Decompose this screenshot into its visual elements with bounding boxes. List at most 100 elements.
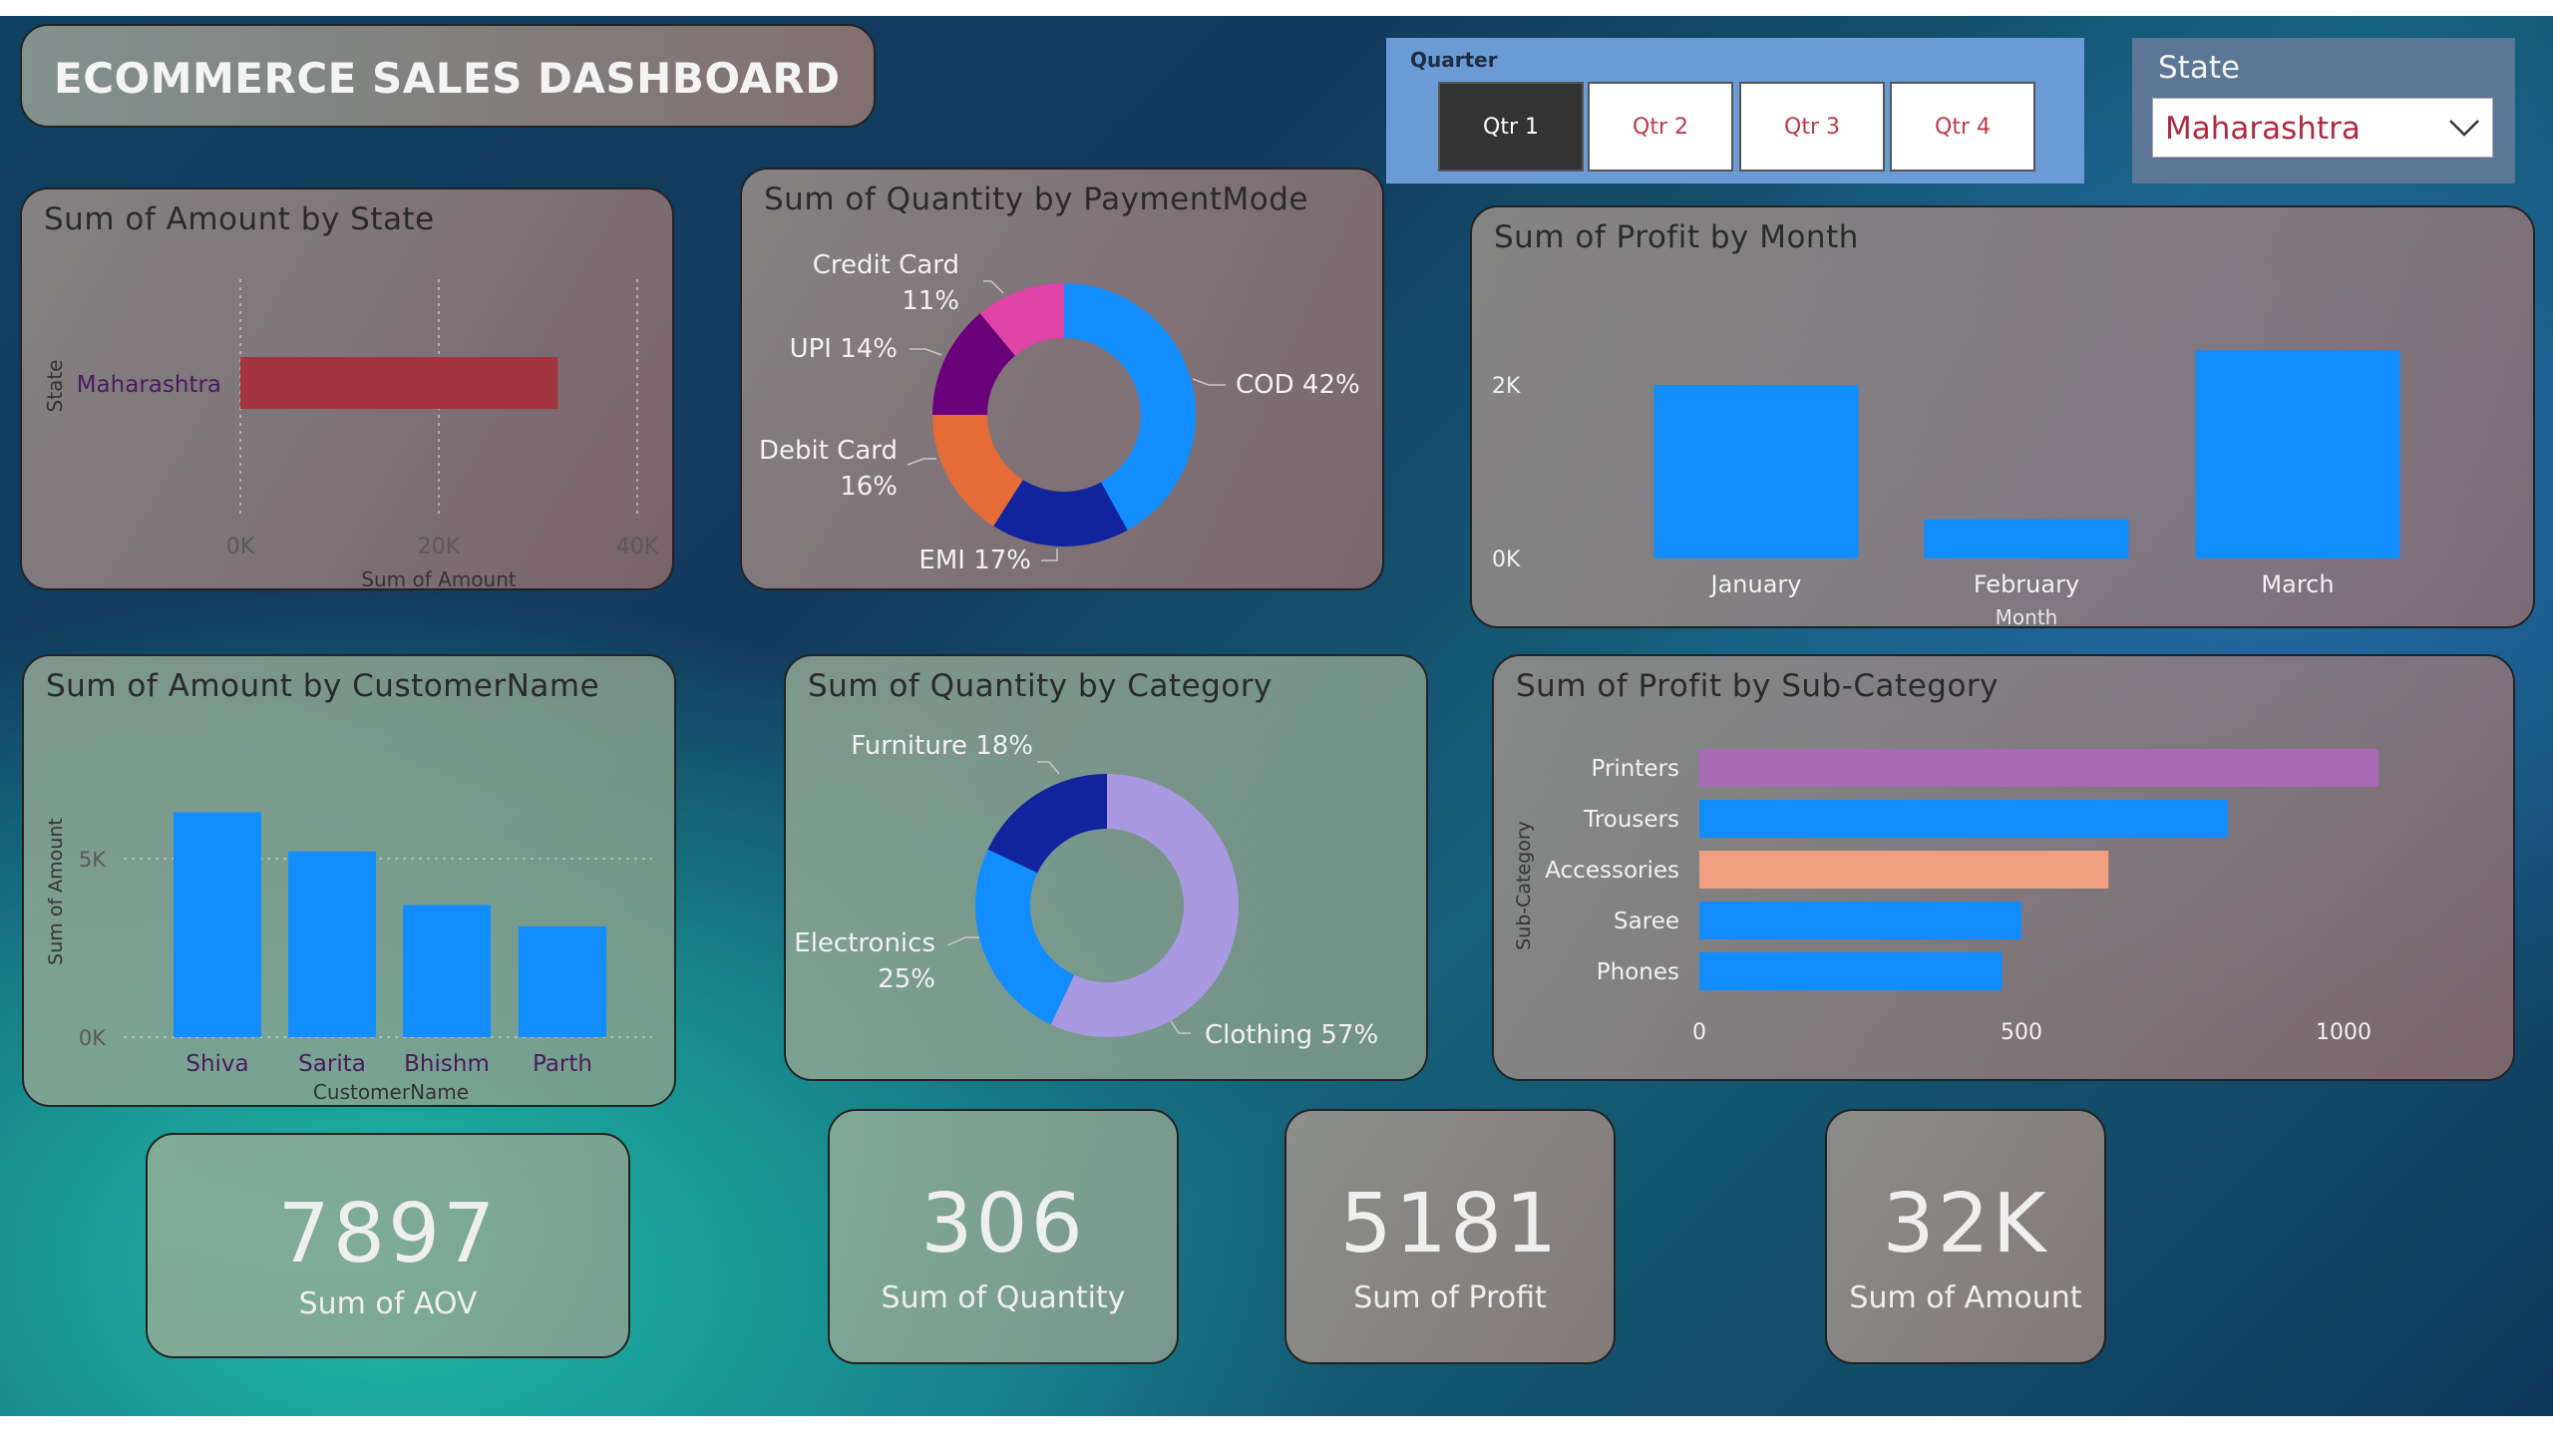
amount-by-state-card: Sum of Amount by State 0K 20K 40K Maharasht…: [20, 187, 674, 590]
quarter-button-q3[interactable]: Qtr 3: [1739, 82, 1885, 172]
bar: [1699, 902, 2021, 939]
state-slicer: State Maharashtra: [2132, 38, 2515, 183]
leader-line: [1041, 548, 1058, 561]
y-category-label: Maharashtra: [77, 372, 221, 398]
x-tick-label: 0: [1692, 1020, 1706, 1045]
x-category-label: Shiva: [185, 1051, 248, 1077]
x-axis-title: Month: [1996, 605, 2058, 626]
bar: [1653, 385, 1859, 558]
slice-label: 16%: [840, 472, 898, 502]
x-category-label: Parth: [533, 1051, 592, 1077]
x-tick-label: 40K: [616, 535, 659, 559]
kpi-quantity-value: 306: [920, 1177, 1086, 1272]
quarter-button-q4[interactable]: Qtr 4: [1890, 82, 2035, 172]
y-tick-label: 0K: [1492, 547, 1521, 572]
leader-line: [1192, 378, 1226, 386]
quantity-by-paymentmode-chart: COD 42% EMI 17% Debit Card 16% UPI 14% Credit…: [759, 250, 1360, 575]
leader-line: [983, 280, 1004, 294]
kpi-profit-value: 5181: [1339, 1177, 1561, 1272]
state-dropdown-value: Maharashtra: [2165, 111, 2361, 147]
dashboard-canvas: ECOMMERCE SALES DASHBOARD Quarter Qtr 1 …: [0, 16, 2553, 1416]
y-axis-title: Sub-Category: [1513, 821, 1535, 950]
slice-label: EMI 17%: [918, 546, 1031, 575]
y-tick-label: 2K: [1492, 374, 1521, 399]
bar: [1924, 519, 2129, 558]
kpi-profit-caption: Sum of Profit: [1353, 1280, 1547, 1315]
quantity-by-category-chart: Clothing 57% Electronics 25% Furniture 18%: [794, 731, 1378, 1050]
kpi-amount-card: 32K Sum of Amount: [1825, 1109, 2106, 1364]
quarter-button-q1[interactable]: Qtr 1: [1438, 82, 1584, 172]
y-category-label: Trousers: [1583, 807, 1679, 833]
slice-label: 11%: [902, 286, 959, 316]
quantity-by-paymentmode-card: Sum of Quantity by PaymentMode COD 42% EM…: [740, 168, 1384, 590]
x-tick-label: 0K: [226, 535, 255, 559]
x-axis-title: Sum of Amount: [361, 567, 517, 588]
leader-line: [946, 936, 979, 946]
amount-by-customer-chart: 5K 0K Shiva Sarita Bhishm Parth CustomerName Su…: [45, 812, 652, 1104]
chevron-down-icon: [2449, 120, 2479, 137]
kpi-aov-card: 7897 Sum of AOV: [146, 1133, 630, 1358]
kpi-quantity-card: 306 Sum of Quantity: [828, 1109, 1179, 1364]
x-category-label: Bhishm: [404, 1051, 490, 1077]
profit-by-month-card: Sum of Profit by Month 2K 0K January Februa…: [1470, 205, 2535, 628]
donut-slice: [974, 849, 1075, 1025]
slice-label: COD 42%: [1236, 370, 1360, 400]
y-axis-title: State: [43, 360, 67, 413]
slice-label: Clothing 57%: [1205, 1020, 1378, 1050]
amount-by-customer-card: Sum of Amount by CustomerName 5K 0K Shiva S…: [22, 654, 676, 1107]
slice-label: UPI 14%: [790, 334, 898, 364]
kpi-amount-value: 32K: [1882, 1177, 2049, 1272]
leader-line: [1037, 761, 1060, 775]
leader-line: [1170, 1020, 1191, 1034]
bar: [288, 851, 376, 1037]
bar: [519, 926, 606, 1037]
amount-by-state-chart: 0K 20K 40K Maharashtra Sum of Amount State: [43, 279, 659, 588]
x-category-label: March: [2261, 570, 2334, 598]
slice-label: Debit Card: [759, 436, 898, 466]
x-axis-title: CustomerName: [313, 1080, 469, 1104]
quarter-button-q2[interactable]: Qtr 2: [1588, 82, 1733, 172]
kpi-quantity-caption: Sum of Quantity: [881, 1280, 1126, 1315]
x-category-label: Sarita: [298, 1051, 366, 1077]
kpi-aov-value: 7897: [277, 1187, 499, 1281]
quarter-slicer: Quarter Qtr 1 Qtr 2 Qtr 3 Qtr 4: [1386, 38, 2084, 183]
y-category-label: Accessories: [1545, 858, 1679, 884]
kpi-amount-caption: Sum of Amount: [1849, 1280, 2082, 1315]
slice-label: Furniture 18%: [851, 731, 1033, 761]
leader-line: [910, 348, 942, 356]
bar: [1699, 749, 2379, 787]
y-axis-title: Sum of Amount: [45, 818, 67, 965]
x-category-label: January: [1709, 570, 1802, 598]
profit-by-month-chart: 2K 0K January February March Month: [1492, 350, 2400, 626]
dashboard-title-box: ECOMMERCE SALES DASHBOARD: [20, 24, 876, 128]
dashboard-title: ECOMMERCE SALES DASHBOARD: [54, 54, 841, 103]
x-tick-label: 1000: [2316, 1020, 2371, 1045]
bar: [403, 905, 491, 1037]
quarter-slicer-label: Quarter: [1410, 48, 1498, 72]
slice-label: Credit Card: [813, 250, 959, 280]
bar: [1699, 800, 2228, 838]
state-dropdown[interactable]: Maharashtra: [2152, 98, 2493, 158]
slice-label: 25%: [878, 964, 935, 994]
profit-by-subcategory-card: Sum of Profit by Sub-Category Printers Tr…: [1492, 654, 2515, 1081]
bar: [240, 357, 558, 409]
x-tick-label: 500: [2001, 1020, 2042, 1045]
leader-line: [907, 458, 936, 466]
y-category-label: Saree: [1614, 909, 1679, 934]
y-category-label: Phones: [1597, 959, 1679, 985]
profit-by-subcategory-chart: Printers Trousers Accessories Saree Phones 0 5…: [1513, 749, 2379, 1045]
kpi-profit-card: 5181 Sum of Profit: [1284, 1109, 1616, 1364]
bar: [1699, 851, 2109, 889]
bar: [1699, 952, 2003, 990]
quantity-by-category-card: Sum of Quantity by Category Clothing 57%…: [784, 654, 1428, 1081]
bar: [2195, 350, 2400, 558]
x-tick-label: 20K: [418, 535, 461, 559]
y-category-label: Printers: [1592, 756, 1680, 782]
kpi-aov-caption: Sum of AOV: [298, 1286, 478, 1321]
y-tick-label: 0K: [79, 1026, 107, 1050]
y-tick-label: 5K: [79, 848, 107, 872]
slice-label: Electronics: [794, 928, 935, 958]
bar: [174, 812, 261, 1037]
state-slicer-label: State: [2158, 50, 2241, 86]
x-category-label: February: [1974, 570, 2079, 598]
